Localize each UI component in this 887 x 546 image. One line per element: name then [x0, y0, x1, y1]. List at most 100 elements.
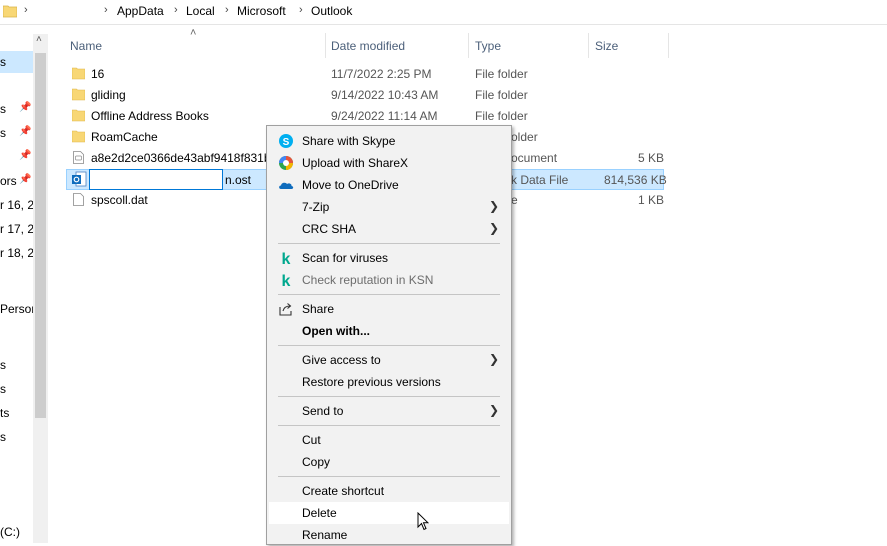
menu-item-open-with[interactable]: Open with...	[269, 320, 509, 342]
menu-item-label: Open with...	[302, 324, 370, 338]
menu-item-label: Cut	[302, 433, 321, 447]
menu-item-send-to[interactable]: Send to ❯	[269, 400, 509, 422]
file-size: 814,536 KB	[604, 173, 667, 187]
file-row[interactable]: 16 11/7/2022 2:25 PM File folder	[66, 64, 664, 85]
menu-item-label: Check reputation in KSN	[302, 273, 434, 287]
svg-text:k: k	[282, 251, 291, 266]
file-size: 5 KB	[638, 151, 665, 165]
breadcrumb-local[interactable]: Local	[186, 4, 215, 18]
kaspersky-icon: k	[282, 251, 291, 266]
pin-icon: 📌	[19, 126, 32, 137]
menu-item-upload-with-sharex[interactable]: Upload with ShareX	[269, 152, 509, 174]
menu-separator	[278, 425, 500, 426]
rename-input-box[interactable]	[89, 169, 223, 190]
menu-item-share-with-skype[interactable]: S Share with Skype	[269, 130, 509, 152]
menu-item-move-to-onedrive[interactable]: Move to OneDrive	[269, 174, 509, 196]
skype-icon: S	[279, 134, 293, 148]
file-type: e	[511, 193, 518, 207]
file-date: 9/24/2022 11:14 AM	[331, 109, 438, 123]
menu-item-scan-for-viruses[interactable]: k Scan for viruses	[269, 247, 509, 269]
column-divider[interactable]	[325, 33, 326, 58]
file-name: spscoll.dat	[91, 193, 148, 207]
context-menu[interactable]: S Share with Skype Upload with ShareX Mo…	[266, 125, 512, 545]
menu-separator	[278, 243, 500, 244]
column-header-size[interactable]: Size	[595, 39, 618, 53]
folder-icon	[72, 88, 85, 101]
menu-item-label: Move to OneDrive	[302, 178, 399, 192]
column-divider[interactable]	[668, 33, 669, 58]
menu-item-label: Delete	[302, 506, 337, 520]
menu-item-7-zip[interactable]: 7-Zip ❯	[269, 196, 509, 218]
chevron-right-icon[interactable]: ›	[174, 4, 178, 16]
menu-item-label: Create shortcut	[302, 484, 385, 498]
file-type: k Data File	[511, 173, 569, 187]
menu-item-label: CRC SHA	[302, 222, 357, 236]
nav-item-drive-c[interactable]: (C:)	[0, 525, 20, 539]
menu-item-create-shortcut[interactable]: Create shortcut	[269, 480, 509, 502]
menu-item-share[interactable]: Share	[269, 298, 509, 320]
kaspersky-icon: k	[282, 273, 291, 288]
chevron-right-icon: ❯	[488, 199, 499, 213]
menu-item-label: Scan for viruses	[302, 251, 389, 265]
nav-item[interactable]: s	[0, 358, 6, 372]
menu-item-label: 7-Zip	[302, 200, 330, 214]
menu-item-copy[interactable]: Copy	[269, 451, 509, 473]
xml-file-icon	[73, 151, 84, 164]
menu-item-label: Upload with ShareX	[302, 156, 409, 170]
column-divider[interactable]	[588, 33, 589, 58]
chevron-right-icon[interactable]: ›	[24, 4, 28, 16]
file-row[interactable]: Offline Address Books 9/24/2022 11:14 AM…	[66, 106, 664, 127]
menu-separator	[278, 294, 500, 295]
scrollbar-thumb[interactable]	[35, 53, 46, 418]
column-header-name[interactable]: Name	[70, 39, 102, 53]
folder-icon	[3, 5, 17, 18]
file-date: 11/7/2022 2:25 PM	[331, 67, 432, 81]
chevron-right-icon[interactable]: ›	[299, 4, 303, 16]
menu-item-crc-sha[interactable]: CRC SHA ❯	[269, 218, 509, 240]
column-header-date-modified[interactable]: Date modified	[331, 39, 405, 53]
nav-item[interactable]: ts	[0, 406, 9, 420]
share-icon	[279, 303, 292, 316]
pin-icon: 📌	[19, 174, 32, 185]
mouse-cursor-icon	[417, 512, 429, 531]
menu-item-check-reputation: k Check reputation in KSN	[269, 269, 509, 291]
file-type: ocument	[511, 151, 558, 165]
folder-icon	[72, 67, 85, 80]
navigation-pane[interactable]: s s 📌 s 📌 📌 ors 📌 r 16, 20 r 17, 20 r 18…	[0, 34, 48, 543]
scroll-up-icon[interactable]: ˄	[36, 34, 42, 45]
menu-item-label: Copy	[302, 455, 331, 469]
nav-item[interactable]: s	[0, 102, 6, 116]
pin-icon: 📌	[19, 150, 32, 161]
chevron-right-icon: ›	[104, 4, 108, 16]
file-type: File folder	[475, 88, 528, 102]
nav-scrollbar[interactable]: ˄	[33, 34, 48, 543]
file-size: 1 KB	[638, 193, 665, 207]
nav-item[interactable]: s	[0, 55, 6, 69]
chevron-right-icon: ❯	[488, 352, 499, 366]
svg-text:k: k	[282, 273, 291, 288]
nav-item[interactable]: s	[0, 382, 6, 396]
menu-item-give-access-to[interactable]: Give access to ❯	[269, 349, 509, 371]
chevron-right-icon: ❯	[488, 221, 499, 235]
file-name: 16	[91, 67, 105, 81]
menu-item-restore-previous-versions[interactable]: Restore previous versions	[269, 371, 509, 393]
nav-item[interactable]: s	[0, 126, 6, 140]
address-bar[interactable]: › › AppData › Local › Microsoft › Outloo…	[0, 0, 887, 25]
breadcrumb-appdata[interactable]: AppData	[117, 4, 164, 18]
menu-item-label: Give access to	[302, 353, 381, 367]
breadcrumb-outlook[interactable]: Outlook	[311, 4, 352, 18]
file-row[interactable]: gliding 9/14/2022 10:43 AM File folder	[66, 85, 664, 106]
breadcrumb-microsoft[interactable]: Microsoft	[237, 4, 286, 18]
file-name: n.ost	[225, 173, 252, 187]
file-name: RoamCache	[91, 130, 158, 144]
file-type: File folder	[475, 67, 528, 81]
column-header-type[interactable]: Type	[475, 39, 501, 53]
nav-item[interactable]: s	[0, 430, 6, 444]
chevron-right-icon[interactable]: ›	[225, 4, 229, 16]
nav-item[interactable]: ors	[0, 174, 17, 188]
column-divider[interactable]	[468, 33, 469, 58]
pin-icon: 📌	[19, 102, 32, 113]
menu-item-delete[interactable]: Delete	[269, 502, 509, 524]
folder-icon	[72, 109, 85, 122]
menu-item-cut[interactable]: Cut	[269, 429, 509, 451]
